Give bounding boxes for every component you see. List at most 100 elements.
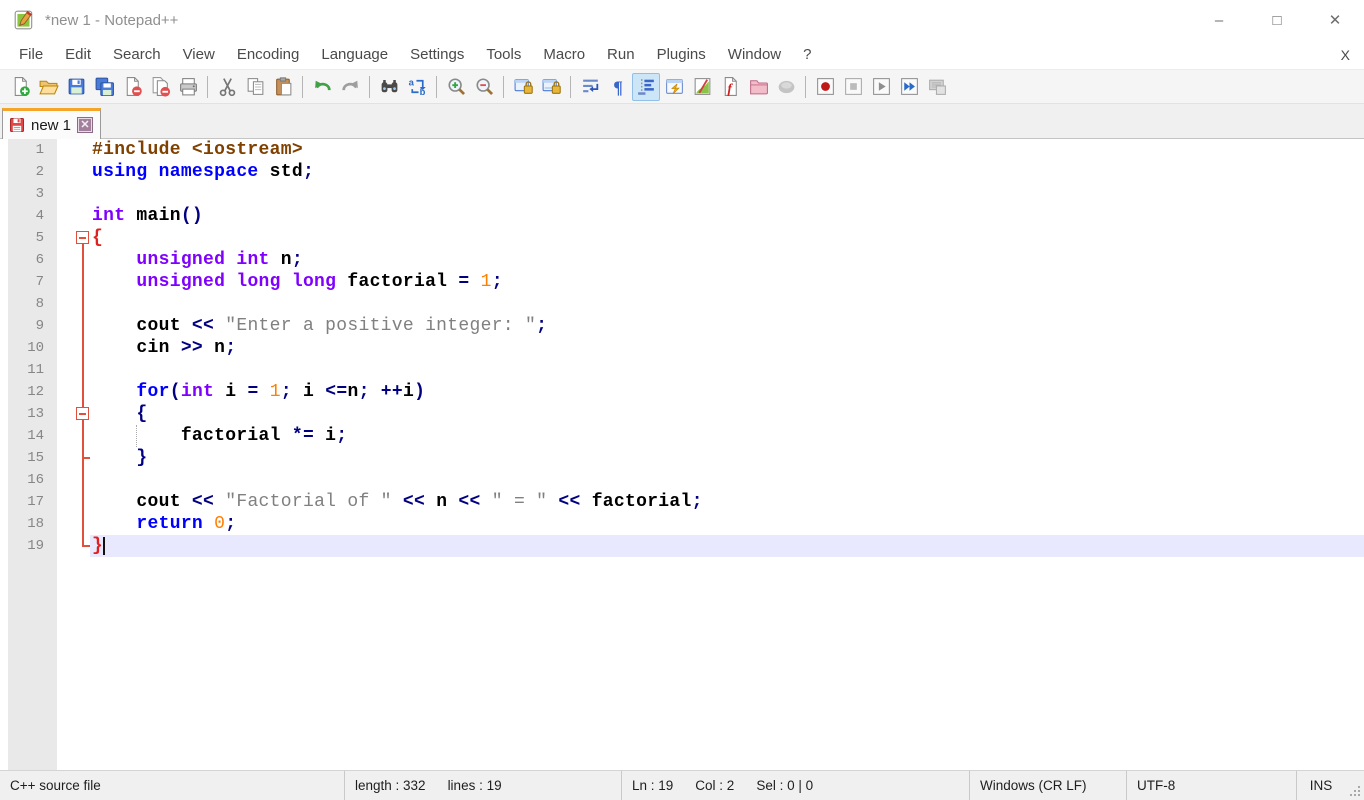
fold-margin: [57, 337, 90, 359]
toolbar: ab ¶ f: [0, 69, 1364, 104]
word-wrap-button[interactable]: [576, 73, 604, 101]
menu-language[interactable]: Language: [310, 41, 399, 69]
new-file-button[interactable]: [6, 73, 34, 101]
code-text[interactable]: [90, 469, 1364, 491]
code-text[interactable]: for(int i = 1; i <=n; ++i): [90, 381, 1364, 403]
zoom-in-button[interactable]: [442, 73, 470, 101]
code-line-1: 1#include <iostream>: [8, 139, 1364, 161]
status-eol-format[interactable]: Windows (CR LF): [970, 771, 1127, 800]
close-button[interactable]: ✕: [1306, 0, 1364, 40]
open-file-button[interactable]: [34, 73, 62, 101]
tab-bar: new 1 ✕: [0, 104, 1364, 139]
editor-area[interactable]: 1#include <iostream>2using namespace std…: [0, 139, 1364, 770]
zoom-out-button[interactable]: [470, 73, 498, 101]
doc-type-label: C++ source file: [10, 778, 101, 793]
fold-margin: [57, 249, 90, 271]
tab-close-icon[interactable]: ✕: [77, 117, 93, 133]
resize-grip[interactable]: [1345, 771, 1364, 800]
title-bar: *new 1 - Notepad++ – □ ✕: [0, 0, 1364, 40]
show-indent-guide-button[interactable]: [632, 73, 660, 101]
menu-tools[interactable]: Tools: [475, 41, 532, 69]
fold-collapse-marker[interactable]: [57, 227, 90, 249]
resize-grip-icon: [1349, 785, 1362, 798]
code-text[interactable]: return 0;: [90, 513, 1364, 535]
undo-button[interactable]: [308, 73, 336, 101]
minimize-button[interactable]: –: [1190, 0, 1248, 40]
document-map-icon: [692, 76, 713, 97]
status-encoding[interactable]: UTF-8: [1127, 771, 1297, 800]
status-insert-mode[interactable]: INS: [1297, 771, 1345, 800]
macro-stop-button[interactable]: [839, 73, 867, 101]
show-all-characters-button[interactable]: ¶: [604, 73, 632, 101]
code-text[interactable]: [90, 183, 1364, 205]
macro-play-button[interactable]: [867, 73, 895, 101]
find-button[interactable]: [375, 73, 403, 101]
replace-button[interactable]: ab: [403, 73, 431, 101]
open-file-icon: [38, 76, 59, 97]
tab-new-1[interactable]: new 1 ✕: [2, 108, 101, 139]
code-text[interactable]: unsigned int n;: [90, 249, 1364, 271]
code-text[interactable]: [90, 293, 1364, 315]
code-text[interactable]: [90, 359, 1364, 381]
replace-icon: ab: [407, 76, 428, 97]
save-all-button[interactable]: [90, 73, 118, 101]
document-map-button[interactable]: [688, 73, 716, 101]
macro-run-multiple-button[interactable]: [895, 73, 923, 101]
menu-view[interactable]: View: [172, 41, 226, 69]
menu-settings[interactable]: Settings: [399, 41, 475, 69]
macro-record-button[interactable]: [811, 73, 839, 101]
menu-macro[interactable]: Macro: [532, 41, 596, 69]
menu-encoding[interactable]: Encoding: [226, 41, 311, 69]
code-text[interactable]: }: [90, 447, 1364, 469]
sync-vertical-scrolling-button[interactable]: [509, 73, 537, 101]
line-number: 5: [8, 227, 57, 249]
folder-as-workspace-button[interactable]: [744, 73, 772, 101]
line-number: 13: [8, 403, 57, 425]
code-line-14: 14 factorial *= i;: [8, 425, 1364, 447]
paste-button[interactable]: [269, 73, 297, 101]
code-text[interactable]: cout << "Factorial of " << n << " = " <<…: [90, 491, 1364, 513]
fold-margin: [57, 513, 90, 535]
code-text[interactable]: int main(): [90, 205, 1364, 227]
maximize-button[interactable]: □: [1248, 0, 1306, 40]
code-text[interactable]: cin >> n;: [90, 337, 1364, 359]
menu-file[interactable]: File: [8, 41, 54, 69]
monitoring-button[interactable]: [772, 73, 800, 101]
fold-collapse-marker[interactable]: [57, 403, 90, 425]
code-text[interactable]: #include <iostream>: [90, 139, 1364, 161]
sync-horizontal-scrolling-button[interactable]: [537, 73, 565, 101]
folder-as-workspace-icon: [748, 76, 769, 97]
macro-save-button[interactable]: [923, 73, 951, 101]
menu-run[interactable]: Run: [596, 41, 646, 69]
show-indent-guide-icon: [636, 76, 657, 97]
print-button[interactable]: [174, 73, 202, 101]
status-cursor-position: Ln : 19 Col : 2 Sel : 0 | 0: [622, 771, 970, 800]
menu-search[interactable]: Search: [102, 41, 172, 69]
menu-plugins[interactable]: Plugins: [646, 41, 717, 69]
close-all-button[interactable]: [146, 73, 174, 101]
user-defined-dialog-button[interactable]: [660, 73, 688, 101]
code-text[interactable]: using namespace std;: [90, 161, 1364, 183]
redo-icon: [340, 76, 361, 97]
code-line-2: 2using namespace std;: [8, 161, 1364, 183]
copy-button[interactable]: [241, 73, 269, 101]
menu-edit[interactable]: Edit: [54, 41, 102, 69]
code-text[interactable]: factorial *= i;: [90, 425, 1364, 447]
menu-window[interactable]: Window: [717, 41, 792, 69]
code-text[interactable]: cout << "Enter a positive integer: ";: [90, 315, 1364, 337]
menu-bar-close-x[interactable]: X: [1341, 47, 1350, 63]
cut-button[interactable]: [213, 73, 241, 101]
fold-margin: [57, 183, 90, 205]
close-file-button[interactable]: [118, 73, 146, 101]
save-file-button[interactable]: [62, 73, 90, 101]
status-doc-type: C++ source file: [0, 771, 345, 800]
code-text[interactable]: unsigned long long factorial = 1;: [90, 271, 1364, 293]
save-all-icon: [94, 76, 115, 97]
menu-help[interactable]: ?: [792, 41, 822, 69]
function-list-button[interactable]: f: [716, 73, 744, 101]
code-line-19: 19}: [8, 535, 1364, 557]
code-text[interactable]: {: [90, 403, 1364, 425]
redo-button[interactable]: [336, 73, 364, 101]
code-text[interactable]: }: [90, 535, 1364, 557]
code-text[interactable]: {: [90, 227, 1364, 249]
